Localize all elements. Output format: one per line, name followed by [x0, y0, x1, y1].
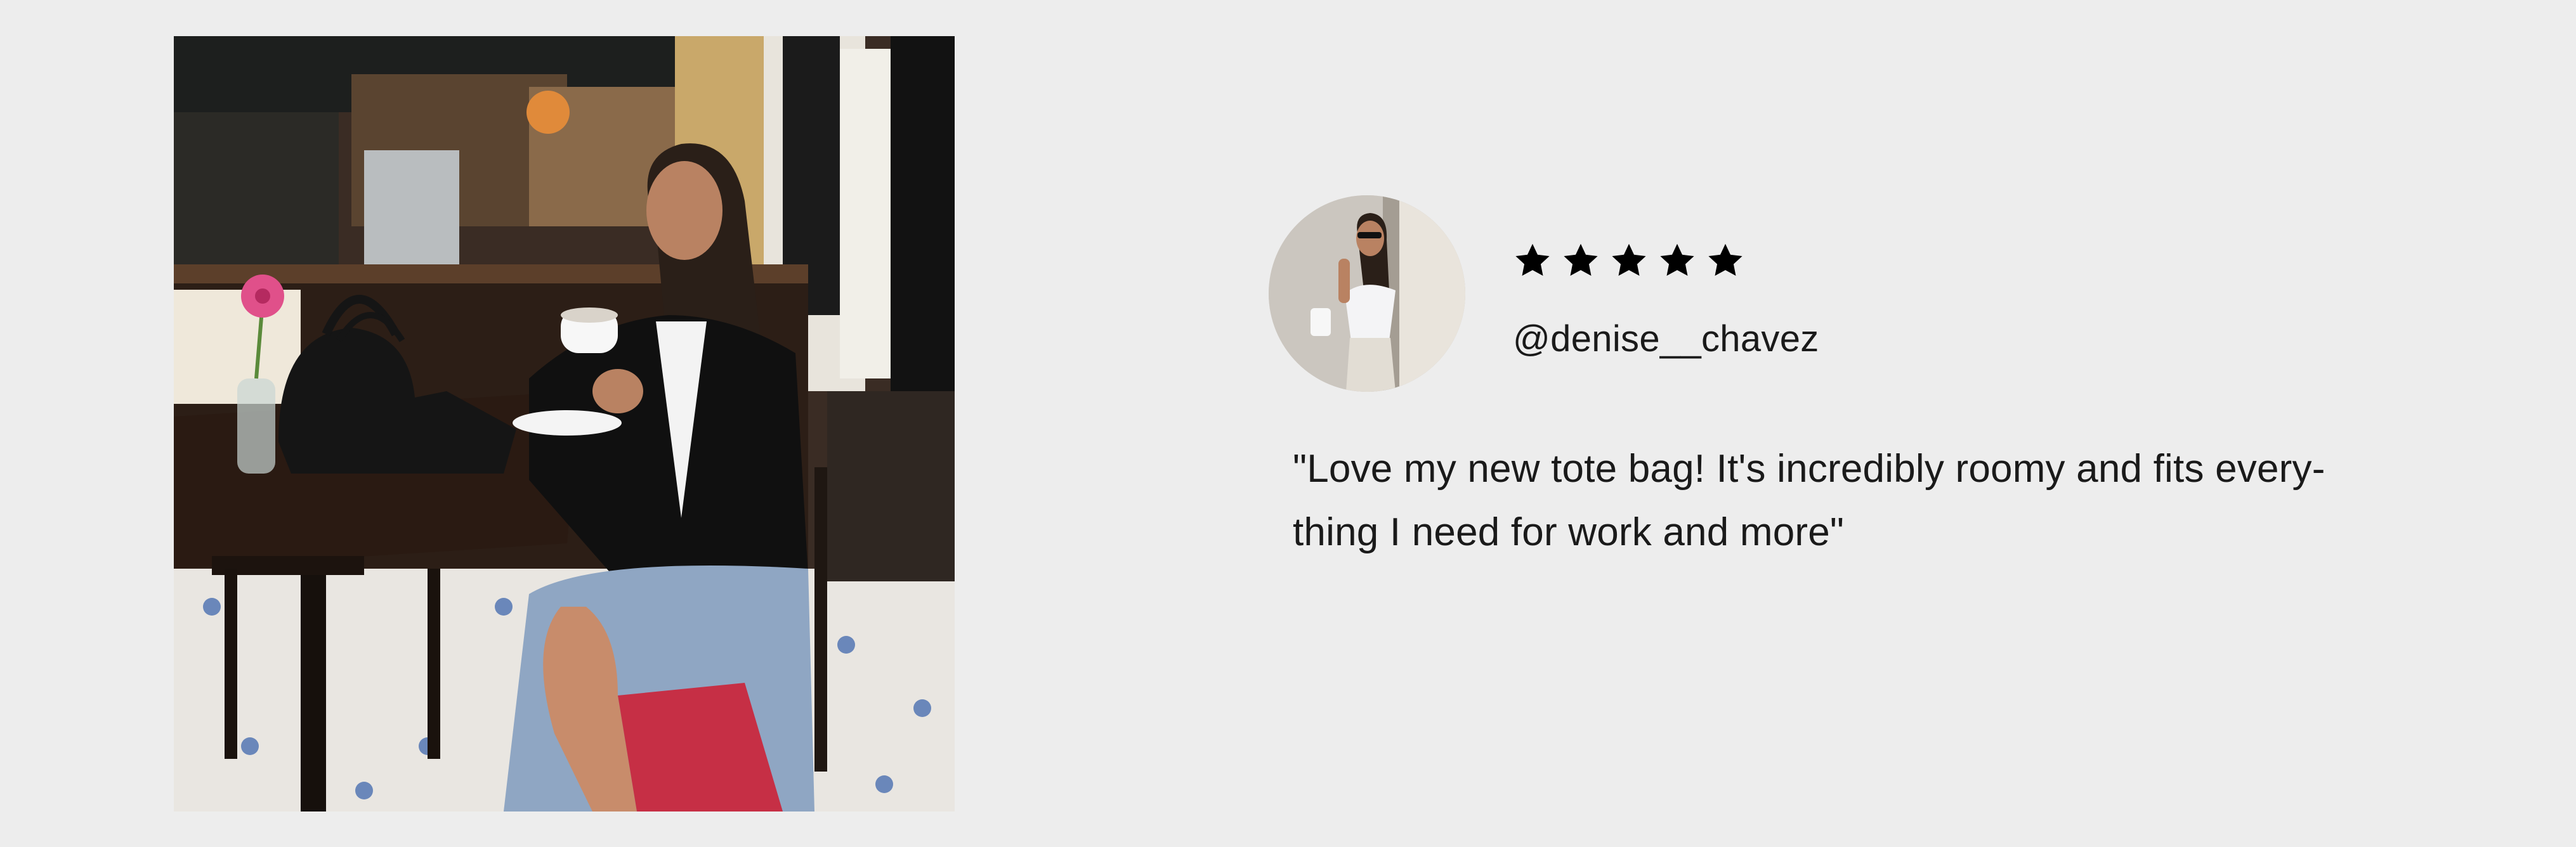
review-quote-line: thing I need for work and more": [1293, 510, 1845, 554]
reviewer-handle: @denise__chavez: [1513, 318, 1819, 359]
star-icon: [1515, 243, 1550, 276]
review-card: @denise__chavez "Love my new tote bag! I…: [1269, 195, 2410, 639]
review-quote: "Love my new tote bag! It's incredibly r…: [1293, 437, 2384, 564]
star-icon: [1660, 243, 1694, 276]
cafe-photo: [174, 36, 955, 811]
reviewer-avatar: [1269, 195, 1465, 392]
star-rating: [1513, 241, 1745, 280]
testimonial-section: @denise__chavez "Love my new tote bag! I…: [0, 0, 2576, 847]
star-icon: [1612, 243, 1646, 276]
star-icon: [1564, 243, 1598, 276]
star-icon: [1708, 243, 1742, 276]
review-quote-line: "Love my new tote bag! It's incredibly r…: [1293, 447, 2325, 491]
